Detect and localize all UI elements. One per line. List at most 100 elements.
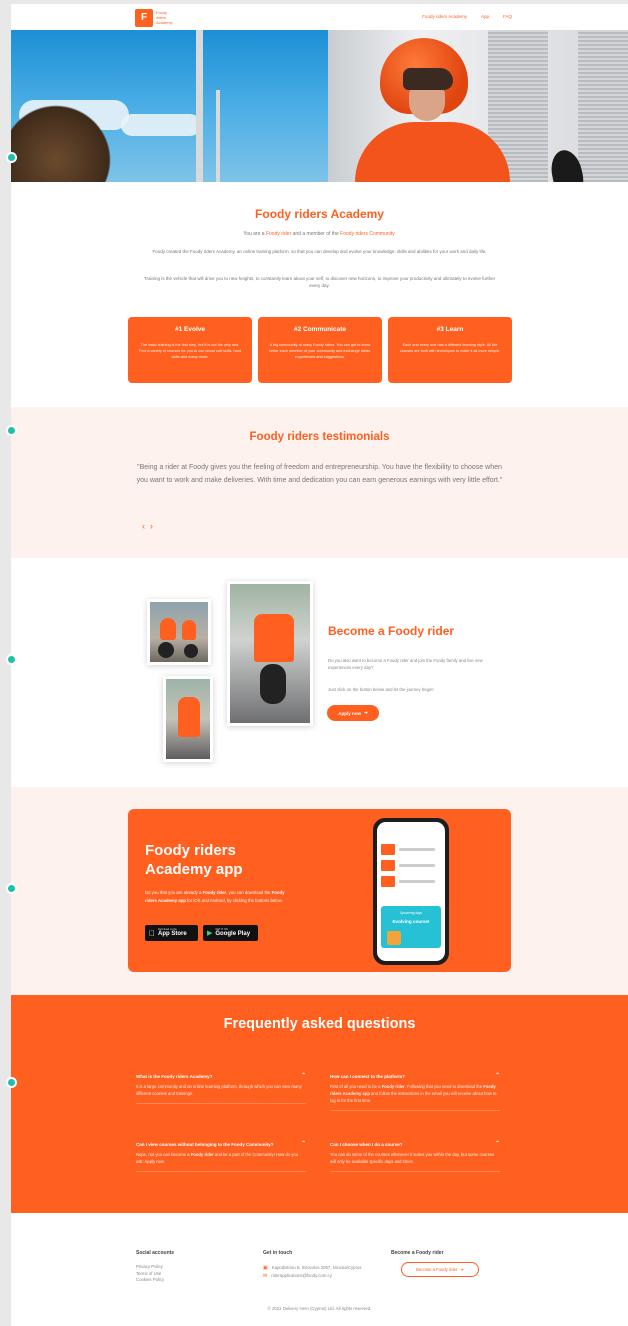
feature-card-body: The basic training is the first step, bu… (138, 343, 242, 359)
feature-card-communicate: #2 Communicate A big community of many F… (258, 317, 382, 383)
faq-item[interactable]: Can I view courses without belonging to … (136, 1141, 306, 1172)
faq-answer: It is a large community and an online le… (136, 1084, 302, 1096)
intro-title: Foody riders Academy (255, 207, 384, 221)
phone-card-title: Evolving course! (392, 919, 430, 924)
chevron-up-icon[interactable]: ⌃ (301, 1073, 306, 1080)
faq-item[interactable]: What is the Foody riders Academy? ⌃ It is… (136, 1073, 306, 1104)
rider-photo-2 (163, 676, 213, 762)
feature-card-title: #2 Communicate (293, 326, 347, 333)
building-shutter (578, 30, 628, 182)
chevron-up-icon[interactable]: ⌃ (495, 1073, 500, 1080)
intro-line-text: . (394, 231, 396, 237)
intro-line-text: and a member of the (291, 231, 341, 237)
become-rider-label: Become a Foody rider (416, 1267, 458, 1272)
footer-social: Social accounts Privacy Policy Terms of … (136, 1250, 174, 1284)
rider-photo-3 (227, 581, 313, 726)
faq-answer-text: . Following that you need to download th… (404, 1084, 484, 1089)
footer-social-title: Social accounts (136, 1250, 175, 1256)
scroll-marker-icon[interactable] (6, 1077, 17, 1088)
faq-question: Can I view courses without belonging to … (136, 1142, 274, 1147)
community-link[interactable]: Foody riders Community (340, 231, 394, 237)
become-rider-button[interactable]: Become a Foody rider ➜ (401, 1262, 479, 1277)
chevron-right-icon[interactable]: › (150, 521, 153, 531)
street-pole (216, 90, 220, 182)
footer-contact-title: Get in touch (263, 1250, 293, 1256)
testimonials-section: Foody riders testimonials "Being a rider… (11, 407, 628, 558)
become-paragraph-2: Just click on the button below and let t… (328, 687, 434, 692)
become-paragraph-1: Do you also want to become a Foody rider… (328, 658, 483, 670)
app-banner: Foody riders Academy app Do you that you… (128, 809, 511, 972)
nav-link-faq[interactable]: FAQ (503, 14, 512, 19)
feature-card-title: #3 Learn (436, 326, 464, 333)
testimonial-quote: "Being a rider at Foody gives you the fe… (136, 464, 503, 484)
apply-now-button[interactable]: Apply now ➜ (327, 705, 379, 721)
chevron-up-icon[interactable]: ⌃ (301, 1141, 306, 1148)
google-play-button[interactable]: ▶ GET IT ON Google Play (203, 925, 258, 941)
faq-answer: You can do some of the courses whenever … (330, 1152, 495, 1164)
faq-title: Frequently asked questions (223, 1016, 416, 1032)
logo[interactable]: F Foody riders Academy (135, 8, 179, 27)
intro-section: Foody riders Academy You are a Foody rid… (11, 182, 628, 407)
feature-cards: #1 Evolve The basic training is the firs… (128, 317, 512, 383)
google-play-big: Google Play (215, 931, 251, 937)
cloud (121, 114, 201, 136)
phone-screen: Upcoming days Evolving course! (377, 822, 445, 961)
faq-answer: First of all you need to be a Foody ride… (330, 1083, 500, 1104)
street-pole (196, 30, 203, 182)
carousel-arrows: ‹ › (142, 521, 153, 531)
feature-card-learn: #3 Learn Each and every one has a differ… (388, 317, 512, 383)
nav-link-app[interactable]: App (481, 14, 489, 19)
rider-goggles (403, 68, 453, 90)
faq-question: How can I connect to the platform? (330, 1074, 406, 1079)
become-rider-section: Become a Foody rider Do you also want to… (11, 558, 628, 787)
logo-mark: F (135, 8, 153, 27)
footer-link-cookies[interactable]: Cookies Policy (136, 1277, 174, 1284)
footer-email[interactable]: ✉ riderapplications@foody.com.cy (263, 1272, 362, 1280)
scroll-marker-icon[interactable] (6, 152, 17, 163)
chevron-left-icon[interactable]: ‹ (142, 521, 145, 531)
faq-answer-bold: Foody rider (190, 1152, 214, 1157)
faq-answer-bold: Foody rider (381, 1084, 405, 1089)
become-title: Become a Foody rider (328, 624, 455, 638)
app-store-small: Download on the (152, 928, 177, 931)
testimonials-title: Foody riders testimonials (249, 431, 390, 443)
app-description-text: for iOS and Android, by clicking the but… (185, 897, 283, 903)
top-nav: F Foody riders Academy Foody riders Acad… (11, 4, 628, 30)
apple-icon:  (149, 929, 155, 938)
feature-card-evolve: #1 Evolve The basic training is the firs… (128, 317, 252, 383)
app-title: Foody riders Academy app (145, 842, 243, 878)
app-description-bold: Foody rider (202, 890, 227, 895)
foody-rider-link[interactable]: Foody rider (266, 231, 291, 237)
feature-card-title: #1 Evolve (175, 326, 205, 333)
scroll-marker-icon[interactable] (6, 425, 17, 436)
chevron-up-icon[interactable]: ⌃ (495, 1141, 500, 1148)
google-play-small: GET IT ON (215, 928, 228, 931)
app-store-button[interactable]:  Download on the App Store (145, 925, 198, 941)
app-section: Foody riders Academy app Do you that you… (11, 787, 628, 995)
phone-mockup: Upcoming days Evolving course! (373, 818, 449, 965)
app-store-big: App Store (152, 931, 187, 937)
app-description-text: , you can download the (226, 890, 272, 895)
rider-face (409, 85, 445, 121)
faq-item[interactable]: Can I choose when I do a course? ⌃ You ca… (330, 1141, 500, 1172)
faq-question: What is the Foody riders Academy? (136, 1074, 213, 1079)
scroll-marker-icon[interactable] (6, 883, 17, 894)
app-description-text: Do you that you are already a (145, 890, 203, 895)
intro-line: You are a Foody rider and a member of th… (11, 231, 628, 237)
mail-icon: ✉ (263, 1273, 268, 1279)
faq-item[interactable]: How can I connect to the platform? ⌃ Firs… (330, 1073, 500, 1111)
faq-question: Can I choose when I do a course? (330, 1142, 403, 1147)
rider-photo-1 (147, 599, 211, 665)
faq-section: Frequently asked questions What is the F… (11, 995, 628, 1213)
arrow-right-icon: ➜ (363, 710, 368, 715)
footer-become-title: Become a Foody rider (391, 1250, 444, 1256)
copyright: © 2022 Delivery Hero (Cyprus) Ltd. All r… (267, 1306, 372, 1311)
intro-paragraph-2: Training is the vehicle that will drive … (143, 276, 496, 288)
footer-contact: Get in touch ▣ Kapodistriou 6, Strovolos … (263, 1250, 362, 1280)
location-icon: ▣ (263, 1265, 268, 1271)
nav-links: Foody riders Academy App FAQ (422, 14, 512, 19)
nav-link-academy[interactable]: Foody riders Academy (422, 14, 467, 19)
scroll-marker-icon[interactable] (6, 654, 17, 665)
phone-course-card: Upcoming days Evolving course! (381, 906, 441, 948)
faq-answer: Nope, not you can become a Foody rider a… (136, 1151, 306, 1165)
